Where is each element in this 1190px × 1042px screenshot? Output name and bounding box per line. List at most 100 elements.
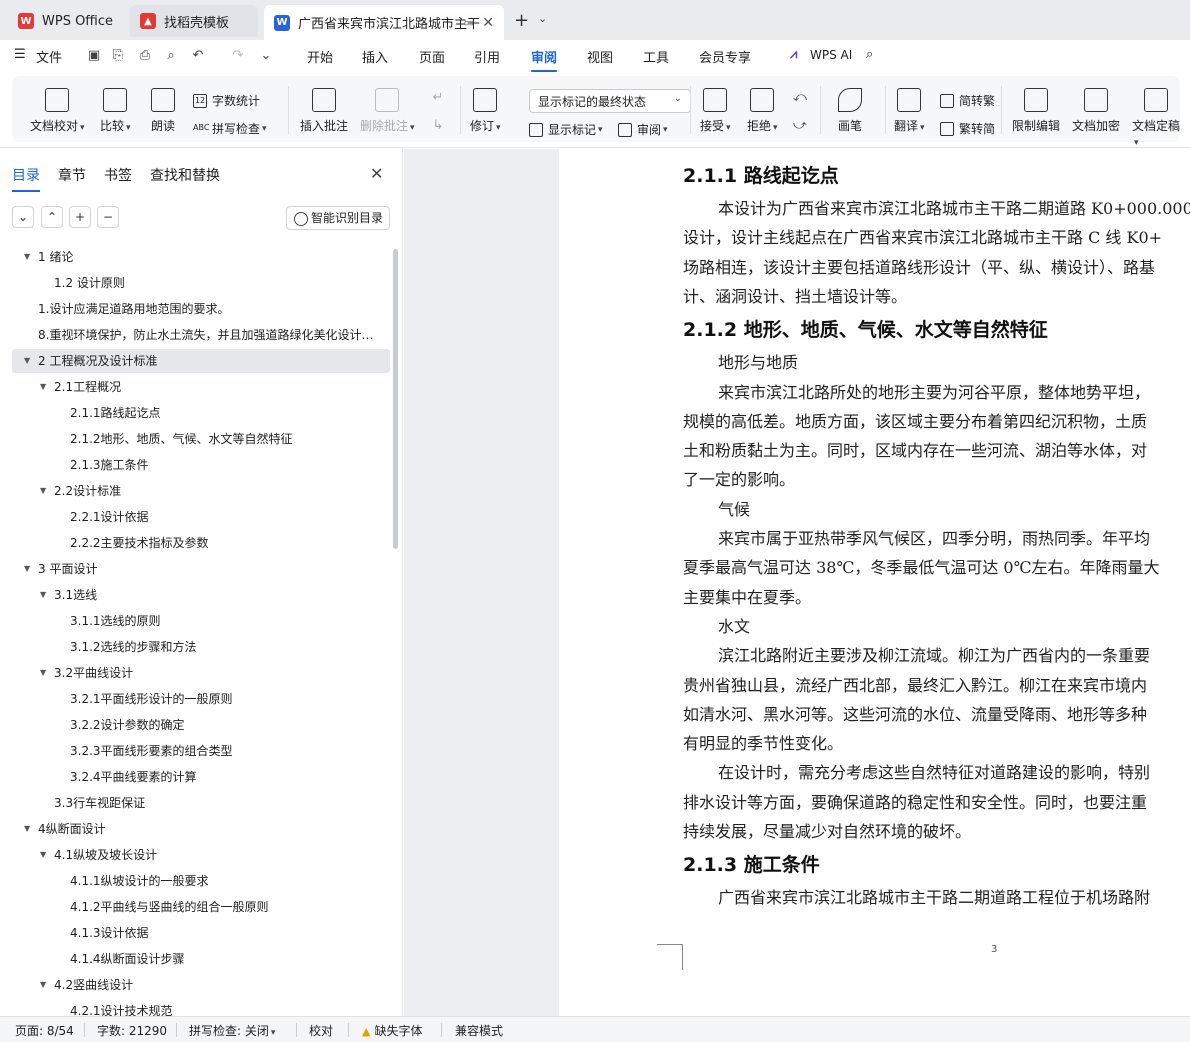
new-tab-plus-icon[interactable]: + xyxy=(514,10,529,31)
page-indicator[interactable]: 页面: 8/54 xyxy=(15,1022,74,1039)
track-changes-button[interactable]: 修订 ▾ xyxy=(470,88,501,134)
accept-button[interactable]: 接受 ▾ xyxy=(700,88,731,134)
menu-references[interactable]: 引用 xyxy=(474,47,500,66)
delete-comment-button[interactable]: 删除批注 ▾ xyxy=(360,88,415,134)
toc-item[interactable]: 1.2 设计原则 xyxy=(12,271,390,295)
menu-file[interactable]: 文件 xyxy=(36,47,62,66)
word-count-button[interactable]: 12 字数统计 xyxy=(193,92,260,109)
spell-check-button[interactable]: ABC 拼写检查 ▾ xyxy=(193,120,267,137)
expand-triangle-icon[interactable]: ▼ xyxy=(40,661,46,685)
print-preview-icon[interactable]: ⌕ xyxy=(163,48,179,64)
finalize-button[interactable]: 文档定稿▾ xyxy=(1132,88,1180,148)
missing-font-status[interactable]: ▲ 缺失字体 xyxy=(362,1022,422,1039)
menu-start[interactable]: 开始 xyxy=(307,47,333,66)
word-count-status[interactable]: 字数: 21290 xyxy=(97,1022,167,1039)
translate-button[interactable]: 翻译 ▾ xyxy=(894,88,925,134)
monitor-icon[interactable]: ▭ xyxy=(464,16,474,29)
tab-sections[interactable]: 章节 xyxy=(58,165,86,185)
toc-item[interactable]: ▼ 2.1工程概况 xyxy=(12,375,390,399)
menu-review[interactable]: 审阅 xyxy=(531,47,558,72)
expand-triangle-icon[interactable]: ▼ xyxy=(24,349,30,373)
read-aloud-button[interactable]: 朗读 xyxy=(151,88,175,134)
toc-item[interactable]: ▼ 4.2竖曲线设计 xyxy=(12,973,390,997)
document-page[interactable]: 2.1.1 路线起讫点 本设计为广西省来宾市滨江北路城市主干路二期道路 K0+00… xyxy=(559,149,1190,1016)
toc-item[interactable]: 3.3行车视距保证 xyxy=(12,791,390,815)
toc-item[interactable]: ▼ 3.2平曲线设计 xyxy=(12,661,390,685)
add-heading-icon[interactable]: + xyxy=(69,206,91,228)
toc-item[interactable]: 4.1.2平曲线与竖曲线的组合一般原则 xyxy=(12,895,390,919)
expand-triangle-icon[interactable]: ▼ xyxy=(24,245,30,269)
to-simplified-button[interactable]: 繁转简 xyxy=(940,120,995,137)
toc-item[interactable]: 3.2.2设计参数的确定 xyxy=(12,713,390,737)
smart-toc-button[interactable]: 智能识别目录 xyxy=(286,206,390,230)
reject-button[interactable]: 拒绝 ▾ xyxy=(747,88,778,134)
review-pane-button[interactable]: 审阅 ▾ xyxy=(618,121,668,138)
toc-item[interactable]: 2.1.2地形、地质、气候、水文等自然特征 xyxy=(12,427,390,451)
proofread-status[interactable]: 校对 xyxy=(309,1022,333,1039)
menu-page[interactable]: 页面 xyxy=(419,47,445,66)
save-icon[interactable]: ▣ xyxy=(86,48,102,64)
spell-check-status[interactable]: 拼写检查: 关闭 ▾ xyxy=(189,1022,275,1039)
show-markup-button[interactable]: 显示标记 ▾ xyxy=(529,121,603,138)
tab-docer-templates[interactable]: ▲ 找稻壳模板 xyxy=(130,5,258,37)
hamburger-icon[interactable]: ☰ xyxy=(14,47,26,62)
remove-heading-icon[interactable]: − xyxy=(97,206,119,228)
expand-triangle-icon[interactable]: ▼ xyxy=(40,583,46,607)
next-comment-icon[interactable]: ↳ xyxy=(430,118,446,134)
toc-item[interactable]: ▼ 1 绪论 xyxy=(12,245,390,269)
toc-item[interactable]: ▼ 3 平面设计 xyxy=(12,557,390,581)
expand-triangle-icon[interactable]: ▼ xyxy=(40,973,46,997)
chevron-down-icon[interactable]: ⌄ xyxy=(538,12,547,25)
prev-comment-icon[interactable]: ↵ xyxy=(430,90,446,106)
expand-triangle-icon[interactable]: ▼ xyxy=(40,375,46,399)
next-change-icon[interactable]: ⤻ xyxy=(792,118,808,134)
close-icon[interactable]: ✕ xyxy=(370,164,383,183)
close-tab-icon[interactable]: ✕ xyxy=(482,15,494,31)
menu-view[interactable]: 视图 xyxy=(587,47,613,66)
sidebar-scrollbar[interactable] xyxy=(393,249,398,549)
toc-item[interactable]: 4.2.1设计技术规范 xyxy=(12,999,390,1016)
tab-document[interactable]: W 广西省来宾市滨江北路城市主干 ▭ ✕ xyxy=(264,5,504,40)
markup-mode-select[interactable]: 显示标记的最终状态 ⌄ xyxy=(529,89,691,113)
menu-insert[interactable]: 插入 xyxy=(362,47,388,66)
toc-item[interactable]: ▼ 4.1纵坡及坡长设计 xyxy=(12,843,390,867)
expand-triangle-icon[interactable]: ▼ xyxy=(40,843,46,867)
compare-button[interactable]: 比较 ▾ xyxy=(100,88,131,134)
tab-wps-office[interactable]: W WPS Office xyxy=(8,5,124,37)
tab-find-replace[interactable]: 查找和替换 xyxy=(150,165,220,185)
toc-item[interactable]: ▼ 2 工程概况及设计标准 xyxy=(12,349,390,373)
toc-item[interactable]: 2.1.3施工条件 xyxy=(12,453,390,477)
redo-icon[interactable]: ↷ xyxy=(230,48,246,64)
toc-item[interactable]: 3.2.1平面线形设计的一般原则 xyxy=(12,687,390,711)
tab-bookmarks[interactable]: 书签 xyxy=(104,165,132,185)
menu-tools[interactable]: 工具 xyxy=(643,47,669,66)
more-chevron-icon[interactable]: ⌄ xyxy=(258,48,274,64)
toc-item[interactable]: 3.1.1选线的原则 xyxy=(12,609,390,633)
toc-item[interactable]: 3.1.2选线的步骤和方法 xyxy=(12,635,390,659)
toc-item[interactable]: 4.1.4纵断面设计步骤 xyxy=(12,947,390,971)
restrict-edit-button[interactable]: 限制编辑 xyxy=(1012,88,1060,134)
expand-triangle-icon[interactable]: ▼ xyxy=(24,817,30,841)
export-icon[interactable]: ⎘ xyxy=(110,48,126,64)
pen-button[interactable]: 画笔 xyxy=(838,88,862,134)
search-icon[interactable]: ⌕ xyxy=(866,47,873,62)
toc-item[interactable]: 3.2.3平面线形要素的组合类型 xyxy=(12,739,390,763)
tab-toc[interactable]: 目录 xyxy=(12,165,40,192)
encrypt-button[interactable]: 文档加密 xyxy=(1072,88,1120,134)
collapse-all-icon[interactable]: ⌃ xyxy=(41,206,63,228)
expand-all-icon[interactable]: ⌄ xyxy=(12,206,34,228)
toc-item[interactable]: 8.重视环境保护，防止水土流失，并且加强道路绿化美化设计，与自然景观相协调。 xyxy=(12,323,390,347)
toc-item[interactable]: ▼ 4纵断面设计 xyxy=(12,817,390,841)
toc-item[interactable]: 3.2.4平曲线要素的计算 xyxy=(12,765,390,789)
toc-item[interactable]: 2.2.1设计依据 xyxy=(12,505,390,529)
prev-change-icon[interactable]: ⤺ xyxy=(792,90,808,106)
doc-check-button[interactable]: 文档校对 ▾ xyxy=(30,88,85,134)
toc-item[interactable]: 4.1.3设计依据 xyxy=(12,921,390,945)
expand-triangle-icon[interactable]: ▼ xyxy=(24,557,30,581)
expand-triangle-icon[interactable]: ▼ xyxy=(40,479,46,503)
toc-item[interactable]: 4.1.1纵坡设计的一般要求 xyxy=(12,869,390,893)
undo-icon[interactable]: ↶ xyxy=(190,48,206,64)
print-icon[interactable]: ⎙ xyxy=(137,48,153,64)
wps-ai-button[interactable]: WPS AI xyxy=(810,48,852,62)
toc-item[interactable]: ▼ 2.2设计标准 xyxy=(12,479,390,503)
